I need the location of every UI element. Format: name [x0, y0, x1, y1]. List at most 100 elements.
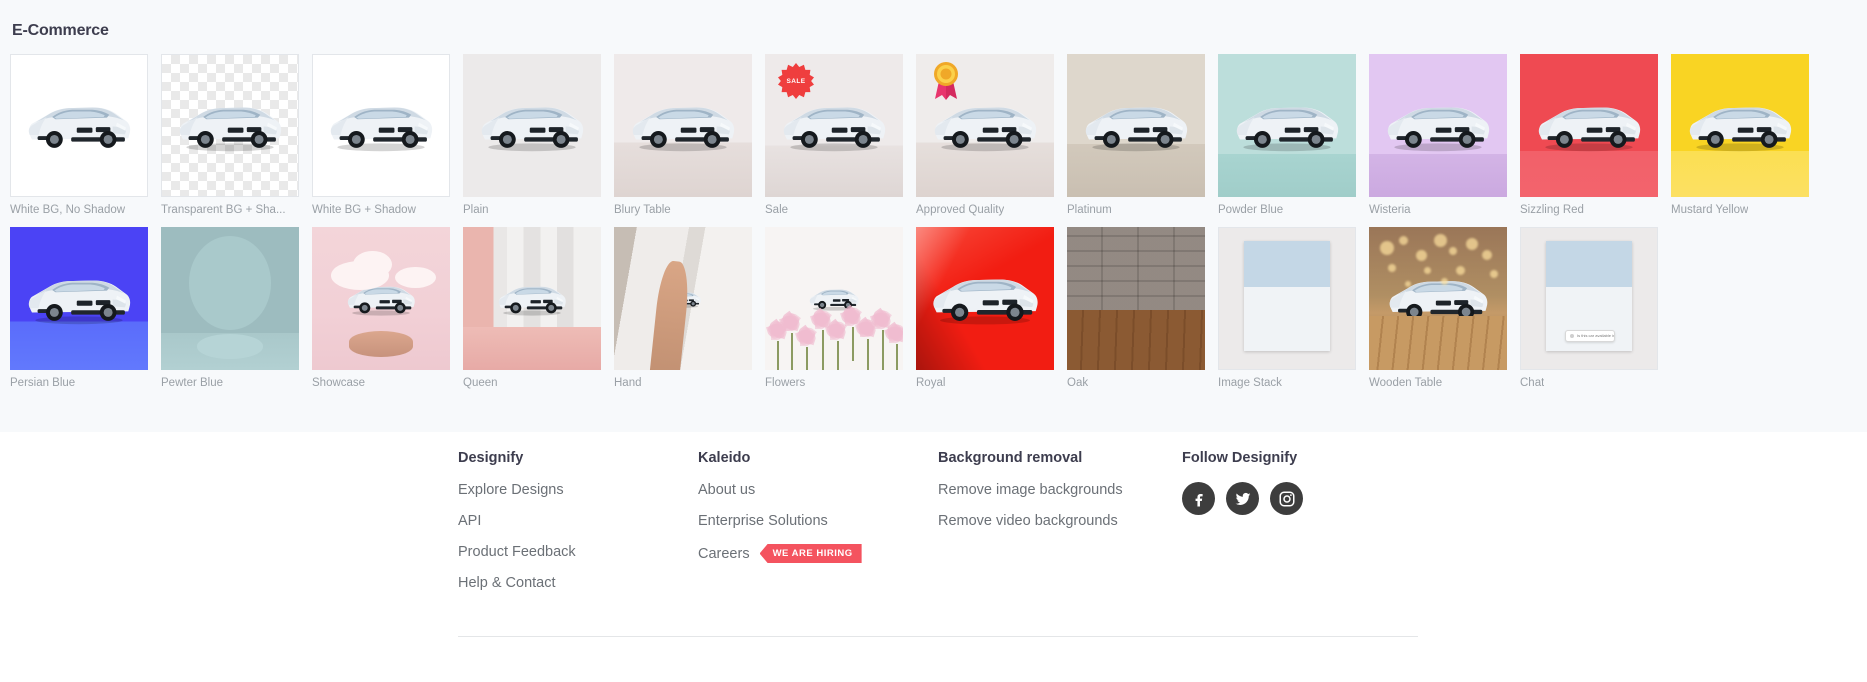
- approved-quality-badge: [933, 61, 959, 101]
- thumbnail-preview[interactable]: [161, 54, 299, 197]
- hand-holding-car: [649, 260, 693, 370]
- footer-link[interactable]: Product Feedback: [458, 544, 698, 560]
- car-image: [28, 280, 131, 324]
- thumbnail-preview[interactable]: [463, 54, 601, 197]
- footer-link[interactable]: About us: [698, 482, 938, 498]
- thumbnail-preview[interactable]: [10, 227, 148, 370]
- gallery-item-label: Royal: [916, 377, 946, 389]
- gallery-item[interactable]: Sizzling Red: [1520, 54, 1671, 217]
- gallery-item-label: Wisteria: [1369, 204, 1411, 216]
- gallery-item[interactable]: Oak: [1067, 227, 1218, 390]
- gallery-item[interactable]: Showcase: [312, 227, 463, 390]
- footer-link[interactable]: Explore Designs: [458, 482, 698, 498]
- thumbnail-row: Persian Blue Pewter Blue Showcase Queen …: [10, 227, 1857, 390]
- stacked-photo: [1244, 240, 1330, 351]
- stacked-photo: Is this car available in White?: [1546, 240, 1632, 351]
- thumbnail-preview[interactable]: [1369, 227, 1507, 370]
- car-image: [1236, 107, 1339, 151]
- thumbnail-preview[interactable]: [312, 54, 450, 197]
- thumbnail-preview[interactable]: [10, 54, 148, 197]
- gallery-item[interactable]: Pewter Blue: [161, 227, 312, 390]
- gallery-item[interactable]: White BG + Shadow: [312, 54, 463, 217]
- gallery-item[interactable]: White BG, No Shadow: [10, 54, 161, 217]
- thumbnail-preview[interactable]: [1067, 54, 1205, 197]
- photo-car-hood: [1244, 286, 1330, 351]
- gallery-item-label: Oak: [1067, 377, 1089, 389]
- flower-stem: [821, 329, 824, 370]
- gallery-item[interactable]: Plain: [463, 54, 614, 217]
- footer-link[interactable]: Remove video backgrounds: [938, 513, 1182, 529]
- chat-bubble-text: Is this car available in White?: [1577, 333, 1614, 339]
- thumbnail-preview[interactable]: [312, 227, 450, 370]
- gallery-item-label: White BG + Shadow: [312, 204, 416, 216]
- thumbnail-preview[interactable]: [916, 54, 1054, 197]
- footer-link[interactable]: Remove image backgrounds: [938, 482, 1182, 498]
- sale-badge: SALE: [778, 63, 814, 99]
- car-image: [498, 286, 566, 316]
- gallery-item[interactable]: Approved Quality: [916, 54, 1067, 217]
- gallery-item[interactable]: Wooden Table: [1369, 227, 1520, 390]
- thumbnail-row: White BG, No Shadow Transparent BG + Sha…: [10, 54, 1857, 217]
- we-are-hiring-badge[interactable]: WE ARE HIRING: [759, 544, 862, 563]
- footer-link-careers[interactable]: Careers: [698, 546, 750, 562]
- gallery-item[interactable]: Platinum: [1067, 54, 1218, 217]
- cloud-decoration: [394, 267, 437, 289]
- gallery-item[interactable]: Hand: [614, 227, 765, 390]
- car-image: [1387, 107, 1490, 151]
- thumbnail-preview[interactable]: [1218, 227, 1356, 370]
- footer-column: Kaleido About us Enterprise Solutions Care…: [698, 450, 938, 606]
- flower-stem: [882, 329, 885, 370]
- gallery-item[interactable]: Queen: [463, 227, 614, 390]
- thumbnail-preview[interactable]: [1067, 227, 1205, 370]
- footer-divider: [458, 636, 1418, 637]
- gallery-item[interactable]: SALE Sale: [765, 54, 916, 217]
- gallery-item[interactable]: Blury Table: [614, 54, 765, 217]
- ecommerce-gallery-section: E-Commerce White BG, No Shadow Transpare…: [0, 0, 1867, 432]
- footer-column: Follow Designify: [1182, 450, 1422, 606]
- thumbnail-preview[interactable]: [1671, 54, 1809, 197]
- thumbnail-preview[interactable]: [765, 227, 903, 370]
- gallery-item[interactable]: Flowers: [765, 227, 916, 390]
- gallery-item-label: Image Stack: [1218, 377, 1282, 389]
- thumbnail-preview[interactable]: [1369, 54, 1507, 197]
- gallery-item-label: Sale: [765, 204, 789, 216]
- thumbnail-preview[interactable]: Is this car available in White?: [1520, 227, 1658, 370]
- gallery-item-label: Queen: [463, 377, 498, 389]
- gallery-item-label: White BG, No Shadow: [10, 204, 126, 216]
- footer-column-heading: Designify: [458, 450, 524, 466]
- thumbnail-preview[interactable]: [916, 227, 1054, 370]
- footer-link[interactable]: API: [458, 513, 698, 529]
- facebook-icon[interactable]: [1182, 482, 1215, 515]
- thumbnail-preview[interactable]: [161, 227, 299, 370]
- gallery-item-label: Blury Table: [614, 204, 671, 216]
- thumbnail-preview[interactable]: [614, 227, 752, 370]
- twitter-icon[interactable]: [1226, 482, 1259, 515]
- gallery-item-label: Hand: [614, 377, 642, 389]
- chat-bubble[interactable]: Is this car available in White?: [1565, 329, 1615, 342]
- thumbnail-preview[interactable]: SALE: [765, 54, 903, 197]
- gallery-item[interactable]: Wisteria: [1369, 54, 1520, 217]
- podium-decoration: [349, 331, 413, 358]
- social-links: [1182, 482, 1422, 515]
- gallery-item[interactable]: Powder Blue: [1218, 54, 1369, 217]
- footer-link[interactable]: Enterprise Solutions: [698, 513, 938, 529]
- gallery-item[interactable]: Image Stack: [1218, 227, 1369, 390]
- gallery-item[interactable]: Transparent BG + Sha...: [161, 54, 312, 217]
- instagram-icon[interactable]: [1270, 482, 1303, 515]
- thumbnail-preview[interactable]: [614, 54, 752, 197]
- thumbnail-preview[interactable]: [1218, 54, 1356, 197]
- bokeh-light: [1399, 235, 1409, 245]
- gallery-item[interactable]: Is this car available in White? Chat: [1520, 227, 1671, 390]
- gallery-item[interactable]: Persian Blue: [10, 227, 161, 390]
- gallery-item-label: Flowers: [765, 377, 806, 389]
- careers-row: Careers WE ARE HIRING: [698, 544, 938, 563]
- thumbnail-preview[interactable]: [1520, 54, 1658, 197]
- gallery-item[interactable]: Mustard Yellow: [1671, 54, 1822, 217]
- thumbnail-preview[interactable]: [463, 227, 601, 370]
- gallery-item-label: Pewter Blue: [161, 377, 224, 389]
- car-image: [1689, 107, 1792, 151]
- bokeh-light: [1482, 249, 1493, 260]
- bokeh-light: [1465, 238, 1478, 251]
- footer-link[interactable]: Help & Contact: [458, 575, 698, 591]
- gallery-item[interactable]: Royal: [916, 227, 1067, 390]
